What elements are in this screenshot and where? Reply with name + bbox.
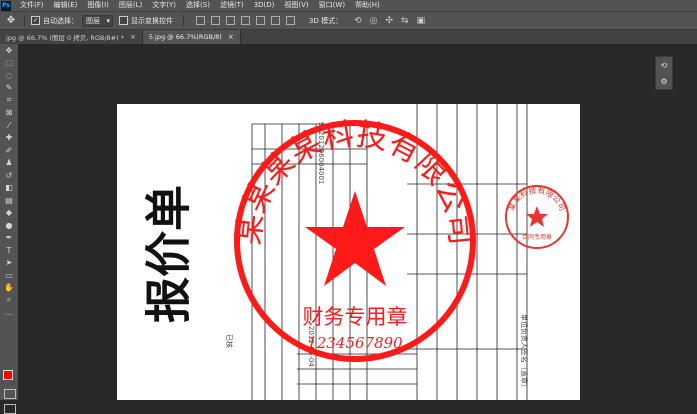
document-tabs: jpg @ 66.7% (图层 0 拷贝, RGB/8#) * × 5.jpg … — [0, 30, 697, 44]
menu-view[interactable]: 视图(V) — [279, 0, 313, 11]
pan-3d-icon[interactable]: ✣ — [385, 16, 393, 26]
pen-tool-icon[interactable]: ✒ — [0, 232, 18, 245]
distribute-icon[interactable] — [286, 16, 295, 25]
tools-panel: ✥ ⬚ ◌ ✎ ⌗ ⊠ ⁄ ✚ ✐ ♟ ↺ ◧ ▤ ◆ ● ✒ T ➤ ▭ ✋ … — [0, 44, 19, 414]
menu-filter[interactable]: 滤镜(T) — [215, 0, 249, 11]
tab-document-2[interactable]: 5.jpg @ 66.7%(RGB/8) × — [142, 30, 241, 44]
document-image: 91201206004001 2012-06-04 已核 单位负责人签名（盖章）… — [117, 104, 580, 400]
menu-bar: Ps 文件(F) 编辑(E) 图像(I) 图层(L) 文字(Y) 选择(S) 滤… — [0, 0, 697, 11]
menu-file[interactable]: 文件(F) — [15, 0, 49, 11]
close-icon[interactable]: × — [228, 33, 234, 41]
menu-window[interactable]: 窗口(W) — [314, 0, 350, 11]
small-stamp-purpose: 合同专用章 — [522, 233, 552, 241]
shape-tool-icon[interactable]: ▭ — [0, 269, 18, 282]
finance-stamp: 某某某某科技有限公司 财务专用章 1234567890 — [231, 116, 479, 362]
healing-brush-icon[interactable]: ✚ — [0, 132, 18, 145]
divider — [183, 14, 184, 27]
properties-panel-icon[interactable]: ⚙ — [660, 77, 667, 86]
move-tool-icon[interactable]: ✥ — [4, 14, 18, 28]
menu-layer[interactable]: 图层(L) — [114, 0, 147, 11]
tab-label: jpg @ 66.7% (图层 0 拷贝, RGB/8#) * — [6, 34, 124, 42]
hand-tool-icon[interactable]: ✋ — [0, 282, 18, 295]
options-bar: ✥ ✓ 自动选择： 图层 显示变换控件 3D 模式： ⟲ ◎ ✣ ⇆ ▣ — [0, 11, 697, 30]
quick-select-tool-icon[interactable]: ✎ — [0, 82, 18, 95]
small-star-icon — [526, 206, 548, 227]
more-tools-icon[interactable]: … — [0, 307, 18, 320]
show-transform-checkbox[interactable] — [119, 16, 128, 25]
align-hcenter-icon[interactable] — [256, 16, 265, 25]
eyedropper-tool-icon[interactable]: ⁄ — [0, 119, 18, 132]
type-tool-icon[interactable]: T — [0, 244, 18, 257]
crop-tool-icon[interactable]: ⌗ — [0, 94, 18, 107]
menu-type[interactable]: 文字(Y) — [147, 0, 181, 11]
document-title: 报价单 — [137, 159, 207, 349]
align-buttons — [196, 16, 295, 25]
mode3d-label: 3D 模式： — [309, 16, 343, 25]
brush-tool-icon[interactable]: ✐ — [0, 144, 18, 157]
form-label-c: 单位负责人签名（盖章） — [520, 314, 529, 391]
history-panel-icon[interactable]: ⟲ — [661, 61, 668, 70]
scale-3d-icon[interactable]: ▣ — [417, 16, 426, 26]
tab-document-1[interactable]: jpg @ 66.7% (图层 0 拷贝, RGB/8#) * × — [0, 30, 143, 44]
collapsed-panel-dock: ⟲ ⚙ — [655, 56, 673, 90]
auto-select-checkbox[interactable]: ✓ — [31, 16, 40, 25]
menu-edit[interactable]: 编辑(E) — [49, 0, 83, 11]
menu-select[interactable]: 选择(S) — [181, 0, 215, 11]
align-right-icon[interactable] — [271, 16, 280, 25]
photoshop-logo: Ps — [1, 0, 11, 11]
zoom-tool-icon[interactable]: ⌕ — [0, 294, 18, 307]
eraser-tool-icon[interactable]: ◧ — [0, 182, 18, 195]
frame-tool-icon[interactable]: ⊠ — [0, 107, 18, 120]
quick-mask-icon[interactable] — [4, 389, 16, 399]
stamp-number: 1234567890 — [307, 334, 403, 352]
orbit-3d-icon[interactable]: ⟲ — [354, 16, 362, 26]
stamp-purpose: 财务专用章 — [303, 305, 408, 329]
slide-3d-icon[interactable]: ⇆ — [401, 16, 409, 26]
document-title-text: 报价单 — [142, 185, 196, 323]
menu-image[interactable]: 图像(I) — [82, 0, 114, 11]
align-left-icon[interactable] — [241, 16, 250, 25]
auto-select-label: 自动选择： — [43, 16, 78, 25]
align-bottom-icon[interactable] — [226, 16, 235, 25]
roll-3d-icon[interactable]: ◎ — [370, 16, 378, 26]
foreground-color-swatch[interactable] — [3, 370, 13, 380]
lasso-tool-icon[interactable]: ◌ — [0, 69, 18, 82]
menu-help[interactable]: 帮助(H) — [350, 0, 385, 11]
star-icon — [305, 191, 405, 286]
mode3d-buttons: ⟲ ◎ ✣ ⇆ ▣ — [354, 16, 425, 26]
align-top-icon[interactable] — [196, 16, 205, 25]
menu-3d[interactable]: 3D(D) — [249, 0, 280, 11]
show-transform-label: 显示变换控件 — [131, 16, 173, 25]
move-tool-icon[interactable]: ✥ — [0, 44, 18, 57]
close-icon[interactable]: × — [130, 33, 136, 41]
history-brush-icon[interactable]: ↺ — [0, 169, 18, 182]
dodge-tool-icon[interactable]: ● — [0, 219, 18, 232]
align-vcenter-icon[interactable] — [211, 16, 220, 25]
tab-label: 5.jpg @ 66.7%(RGB/8) — [148, 33, 222, 41]
marquee-tool-icon[interactable]: ⬚ — [0, 57, 18, 70]
divider — [24, 14, 25, 27]
clone-stamp-icon[interactable]: ♟ — [0, 157, 18, 170]
path-select-icon[interactable]: ➤ — [0, 257, 18, 270]
blur-tool-icon[interactable]: ◆ — [0, 207, 18, 220]
contract-stamp: 某某科技有限公司 合同专用章 — [505, 185, 569, 249]
gradient-tool-icon[interactable]: ▤ — [0, 194, 18, 207]
auto-select-dropdown[interactable]: 图层 — [82, 14, 113, 27]
screen-mode-icon[interactable] — [4, 404, 16, 414]
